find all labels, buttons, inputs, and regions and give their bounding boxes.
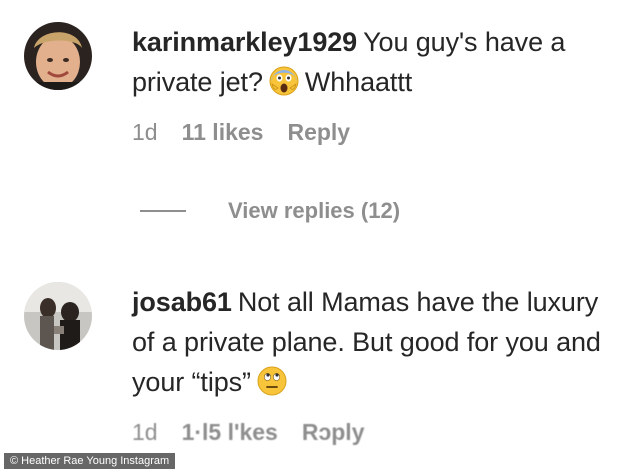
eye-roll-emoji-icon bbox=[257, 366, 287, 407]
avatar[interactable] bbox=[24, 282, 92, 350]
reply-button[interactable]: Reply bbox=[287, 119, 350, 146]
view-replies-button[interactable]: View replies (12) bbox=[140, 196, 400, 226]
avatar[interactable] bbox=[24, 22, 92, 90]
watermark: © Heather Rae Young Instagram bbox=[4, 453, 176, 469]
reply-button[interactable]: Rɔply bbox=[302, 419, 365, 446]
comment-body: karinmarkley1929 You guy's have a private… bbox=[132, 22, 622, 146]
comment-body: josab61 Not all Mamas have the luxury of … bbox=[132, 282, 622, 446]
comment-text-part: Whhaattt bbox=[304, 67, 413, 97]
comment-likes[interactable]: 1·l5 l'kes bbox=[182, 419, 278, 446]
comment-text: josab61 Not all Mamas have the luxury of … bbox=[132, 282, 622, 407]
comment-username[interactable]: karinmarkley1929 bbox=[132, 27, 357, 57]
comment-meta: 1d 11 likes Reply bbox=[132, 119, 622, 146]
view-replies-label: View replies (12) bbox=[228, 198, 401, 223]
divider bbox=[140, 210, 186, 212]
comment-time: 1d bbox=[132, 119, 158, 145]
comment-meta: 1d 1·l5 l'kes Rɔply bbox=[132, 419, 622, 446]
comment-username[interactable]: josab61 bbox=[132, 287, 232, 317]
comment-text: karinmarkley1929 You guy's have a private… bbox=[132, 22, 622, 107]
screaming-face-emoji-icon bbox=[269, 66, 299, 107]
comment-likes[interactable]: 11 likes bbox=[182, 119, 264, 146]
comment-time: 1d bbox=[132, 419, 158, 445]
